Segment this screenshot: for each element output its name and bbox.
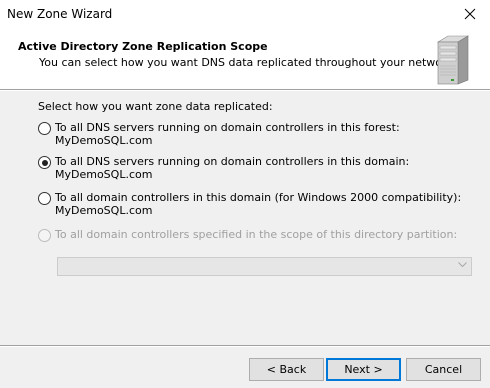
page-title: Active Directory Zone Replication Scope — [18, 40, 268, 53]
close-icon — [464, 8, 476, 20]
cancel-button[interactable]: Cancel — [406, 358, 481, 381]
window-title: New Zone Wizard — [7, 7, 113, 21]
radio-win2000-label-line2: MyDemoSQL.com — [55, 204, 153, 217]
radio-forest-option[interactable]: To all DNS servers running on domain con… — [38, 121, 490, 147]
wizard-header: Active Directory Zone Replication Scope … — [0, 28, 490, 89]
radio-win2000-label: To all domain controllers in this domain… — [55, 191, 461, 217]
close-button[interactable] — [450, 0, 490, 28]
next-button[interactable]: Next > — [326, 358, 401, 381]
radio-win2000-option[interactable]: To all domain controllers in this domain… — [38, 191, 461, 217]
radio-win2000-label-line1: To all domain controllers in this domain… — [55, 191, 462, 204]
server-icon — [436, 35, 470, 85]
radio-domain-option[interactable]: To all DNS servers running on domain con… — [38, 155, 490, 181]
radio-forest-label: To all DNS servers running on domain con… — [55, 121, 400, 147]
title-bar: New Zone Wizard — [0, 0, 490, 28]
replication-prompt: Select how you want zone data replicated… — [38, 100, 273, 113]
radio-domain-label: To all DNS servers running on domain con… — [55, 155, 410, 181]
radio-partition-label: To all domain controllers specified in t… — [55, 228, 458, 241]
chevron-down-icon — [458, 262, 467, 268]
radio-button-selected[interactable] — [38, 156, 51, 169]
radio-button[interactable] — [38, 122, 51, 135]
radio-button[interactable] — [38, 192, 51, 205]
radio-partition-option: To all domain controllers specified in t… — [38, 228, 457, 242]
page-subtitle: You can select how you want DNS data rep… — [39, 56, 457, 69]
partition-select — [57, 257, 472, 276]
radio-button-disabled — [38, 229, 51, 242]
back-button[interactable]: < Back — [249, 358, 324, 381]
